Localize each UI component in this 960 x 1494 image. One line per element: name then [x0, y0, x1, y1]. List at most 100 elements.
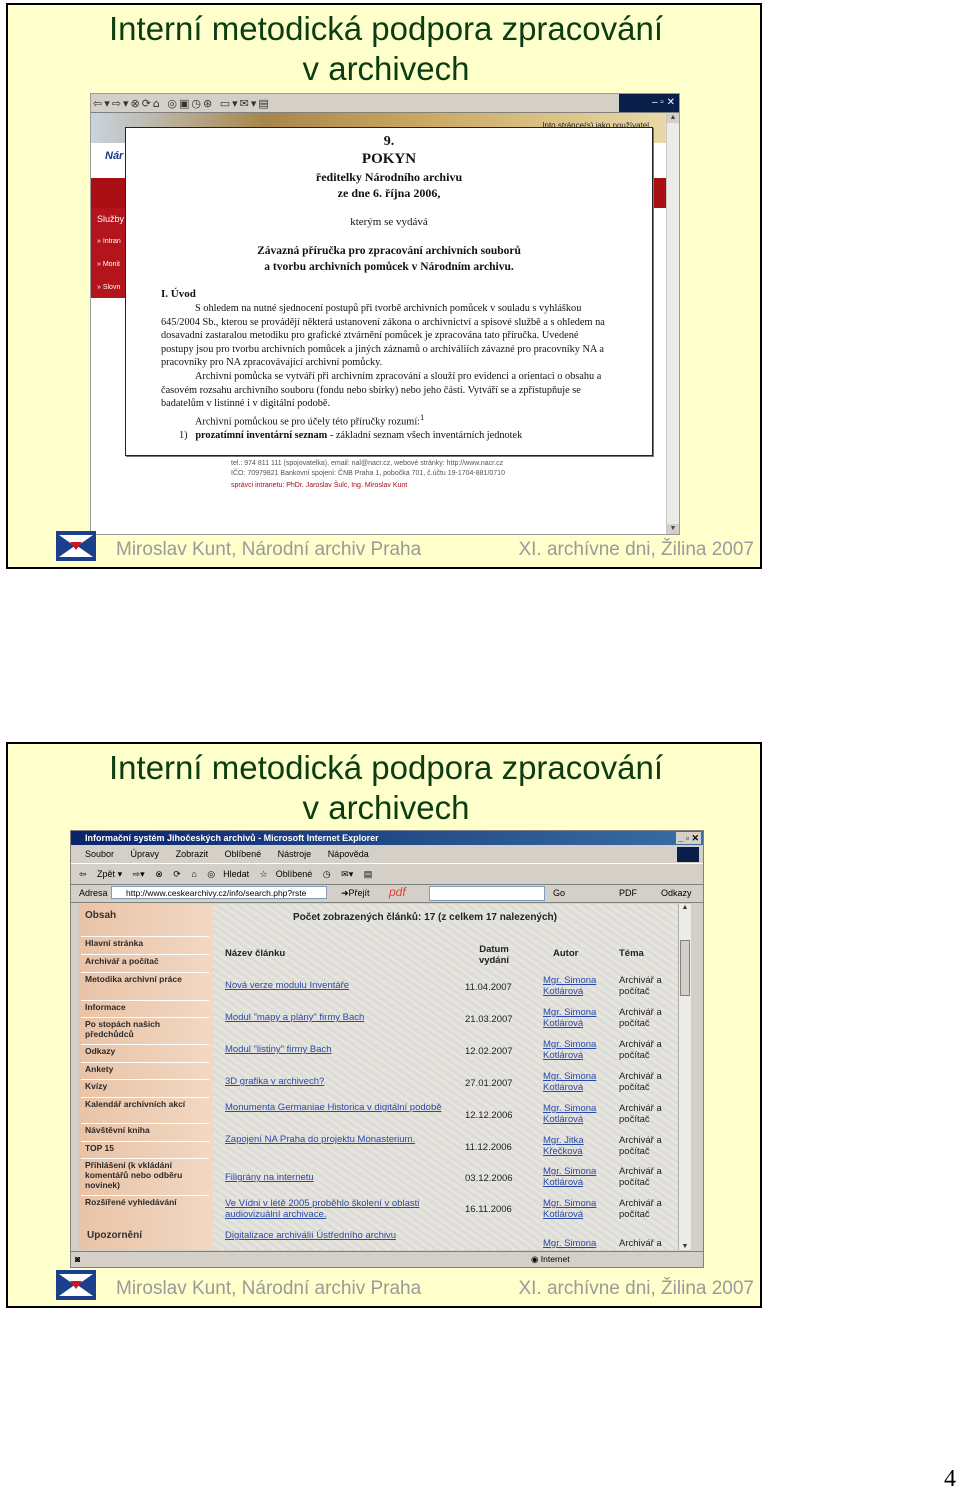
company-info: IČO: 70979821 Bankovní spojení: ČNB Prah…	[231, 470, 505, 477]
window-controls[interactable]: – ▫ ✕	[619, 94, 679, 112]
menu-zobrazit[interactable]: Zobrazit	[176, 849, 209, 859]
slide-2: Interní metodická podpora zpracování v a…	[6, 742, 762, 1308]
scroll-down-icon[interactable]: ▼	[679, 1243, 691, 1250]
address-input[interactable]: http://www.ceskearchivy.cz/info/search.p…	[111, 886, 327, 899]
intranet-screenshot: ⇦▾⇨▾⊗⟳⌂ ◎▣◷⊛ ▭▾✉▾▤ – ▫ ✕ Into stránce(s)…	[90, 93, 680, 535]
menu-soubor[interactable]: Soubor	[85, 849, 114, 859]
article-title-link[interactable]: Modul "listiny" firmy Bach	[225, 1044, 455, 1055]
sidebar-item-advanced-search[interactable]: Rozšířené vyhledávání	[81, 1195, 209, 1208]
article-title-link[interactable]: Filigrány na internetu	[225, 1172, 455, 1183]
sidebar-item-information[interactable]: Informace	[81, 1000, 209, 1013]
sidebar-item-intranet[interactable]: » Intran	[97, 238, 121, 245]
article-author-link[interactable]: Mgr. Simona Kotlárová	[543, 1166, 613, 1188]
sidebar-item-login[interactable]: Přihlášení (k vkládání komentářů nebo od…	[81, 1158, 209, 1191]
favorites-button[interactable]: ☆ Oblíbené	[260, 869, 313, 879]
article-author-link[interactable]: Mgr. Simona	[543, 1238, 613, 1249]
article-author-link[interactable]: Mgr. Jitka Křečková	[543, 1135, 613, 1157]
slide-title: Interní metodická podpora zpracování v a…	[8, 748, 764, 828]
sidebar-item-calendar[interactable]: Kalendář archivních akcí	[81, 1097, 209, 1110]
slide-title-line-1: Interní metodická podpora zpracování	[109, 749, 663, 786]
article-author-link[interactable]: Mgr. Simona Kotlárová	[543, 1071, 613, 1093]
column-header-author[interactable]: Autor	[553, 948, 578, 959]
article-title-link[interactable]: Ve Vídni v létě 2005 proběhlo školení v …	[225, 1198, 455, 1220]
column-header-title[interactable]: Název článku	[225, 948, 285, 959]
mail-icon[interactable]: ✉▾	[341, 869, 353, 879]
article-title-link[interactable]: Modul "mapy a plány" firmy Bach	[225, 1012, 455, 1023]
sidebar-item-archivist-computer[interactable]: Archivář a počítač	[81, 954, 209, 967]
back-button[interactable]: ⇦ Zpět ▾	[79, 869, 122, 879]
article-date: 16.11.2006	[465, 1204, 512, 1215]
table-row: Digitalizace archiválií Ústředního archi…	[213, 1230, 679, 1250]
scroll-up-icon[interactable]: ▲	[667, 113, 679, 123]
article-topic: Archivář a počítač	[619, 1135, 662, 1157]
status-bar: ◙ ◉ Internet	[71, 1251, 703, 1266]
doc-footnote-ref: 1	[420, 411, 425, 422]
article-author-link[interactable]: Mgr. Simona Kotlárová	[543, 1198, 613, 1220]
search-button[interactable]: ◎ Hledat	[207, 869, 249, 879]
sidebar-item-methodology[interactable]: Metodika archivní práce	[81, 972, 209, 985]
article-topic: Archivář a počítač	[619, 975, 662, 997]
search-label: Hledat	[223, 869, 250, 879]
menu-nastroje[interactable]: Nástroje	[278, 849, 312, 859]
article-date: 12.02.2007	[465, 1046, 513, 1057]
links-button[interactable]: Odkazy	[661, 884, 692, 902]
go-button[interactable]: ➜Přejít	[341, 884, 370, 902]
page-content: Obsah Hlavní stránka Archivář a počítač …	[79, 904, 691, 1250]
pdf-button[interactable]: PDF	[619, 884, 637, 902]
article-title-link[interactable]: Zapojení NA Praha do projektu Monasteriu…	[225, 1134, 455, 1145]
print-icon[interactable]: ▤	[364, 869, 373, 879]
pdf-toolbar-icon[interactable]: pdf	[389, 883, 406, 901]
sidebar-item-polls[interactable]: Ankety	[81, 1062, 209, 1075]
column-header-date[interactable]: Datum vydání	[469, 944, 519, 966]
sidebar-item-home[interactable]: Hlavní stránka	[81, 936, 209, 949]
home-icon[interactable]: ⌂	[191, 869, 196, 879]
doc-date: ze dne 6. října 2006,	[337, 186, 441, 200]
article-title-link[interactable]: 3D grafika v archivech?	[225, 1076, 455, 1087]
refresh-icon[interactable]: ⟳	[173, 869, 181, 879]
window-controls[interactable]: _ ▫ ✕	[676, 832, 701, 844]
toolbar-search-input[interactable]	[429, 886, 545, 901]
column-header-topic[interactable]: Téma	[619, 948, 644, 959]
vertical-scrollbar[interactable]: ▲ ▼	[678, 904, 691, 1250]
article-title-link[interactable]: Monumenta Germaniae Historica v digitáln…	[225, 1102, 455, 1113]
article-date: 03.12.2006	[465, 1173, 513, 1184]
slide-title-line-2: v archivech	[302, 789, 470, 826]
scroll-thumb[interactable]	[680, 940, 690, 996]
article-title-link[interactable]: Nová verze modulu Inventáře	[225, 980, 455, 991]
article-date: 11.12.2006	[465, 1142, 512, 1153]
sidebar-item-predecessors[interactable]: Po stopách našich předchůdců	[81, 1017, 209, 1040]
favorites-label: Oblíbené	[275, 869, 313, 879]
footer-author: Miroslav Kunt, Národní archiv Praha	[116, 1278, 422, 1299]
contact-info: tel.: 974 811 111 (spojovatelka), email:…	[231, 460, 504, 467]
doc-paragraph-1: S ohledem na nutné sjednocení postupů př…	[161, 303, 605, 369]
article-author-link[interactable]: Mgr. Simona Kotlárová	[543, 1039, 613, 1061]
scroll-up-icon[interactable]: ▲	[679, 904, 691, 911]
menu-oblibene[interactable]: Oblíbené	[225, 849, 262, 859]
sidebar-item-top15[interactable]: TOP 15	[81, 1141, 209, 1154]
article-date: 21.03.2007	[465, 1014, 513, 1025]
security-zone: ◉ Internet	[531, 1254, 570, 1264]
article-title-link[interactable]: Digitalizace archiválií Ústředního archi…	[225, 1230, 455, 1241]
forward-icon[interactable]: ⇨▾	[133, 869, 145, 879]
article-topic: Archivář a počítač	[619, 1071, 662, 1093]
sidebar-item-monitor[interactable]: » Monit	[97, 261, 120, 268]
menu-upravy[interactable]: Úpravy	[131, 849, 160, 859]
article-author-link[interactable]: Mgr. Simona Kotlárová	[543, 1007, 613, 1029]
browser-toolbar: ⇦▾⇨▾⊗⟳⌂ ◎▣◷⊛ ▭▾✉▾▤ – ▫ ✕	[91, 94, 679, 113]
article-author-link[interactable]: Mgr. Simona Kotlárová	[543, 975, 613, 997]
sidebar-item-dictionary[interactable]: » Slovn	[97, 284, 120, 291]
menu-napoveda[interactable]: Nápověda	[328, 849, 369, 859]
article-topic: Archivář a počítač	[619, 1007, 662, 1029]
slide-title-line-2: v archivech	[302, 50, 470, 87]
article-author-link[interactable]: Mgr. Simona Kotlárová	[543, 1103, 613, 1125]
article-date: 27.01.2007	[465, 1078, 513, 1089]
sidebar-head: Služby	[97, 214, 125, 224]
sidebar-item-quizzes[interactable]: Kvízy	[81, 1079, 209, 1092]
sidebar-item-links[interactable]: Odkazy	[81, 1044, 209, 1057]
stop-icon[interactable]: ⊗	[155, 869, 163, 879]
sidebar-item-guestbook[interactable]: Návštěvní kniha	[81, 1123, 209, 1136]
history-icon[interactable]: ◷	[323, 869, 331, 879]
toolbar-go-button[interactable]: Go	[553, 884, 565, 902]
vertical-scrollbar[interactable]: ▲ ▼	[666, 113, 679, 534]
slide-footer: Miroslav Kunt, Národní archiv Praha XI. …	[8, 527, 760, 567]
